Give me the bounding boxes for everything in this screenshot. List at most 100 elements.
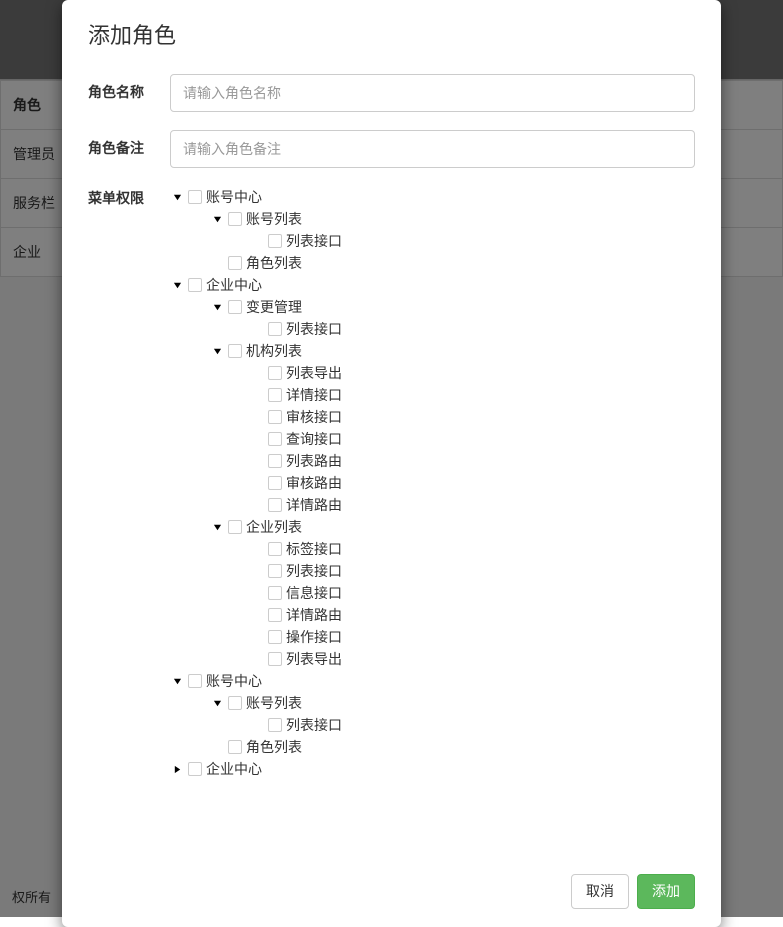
tree-checkbox[interactable] xyxy=(228,256,242,270)
tree-checkbox[interactable] xyxy=(228,212,242,226)
tree-checkbox[interactable] xyxy=(268,586,282,600)
tree-checkbox[interactable] xyxy=(268,542,282,556)
tree-checkbox[interactable] xyxy=(268,388,282,402)
caret-down-icon[interactable] xyxy=(170,278,184,292)
cancel-button[interactable]: 取消 xyxy=(571,874,629,909)
role-name-input[interactable] xyxy=(170,74,695,112)
tree-label: 审核接口 xyxy=(286,406,342,428)
tree-node: 操作接口 xyxy=(250,626,695,648)
tree-node: 企业中心 xyxy=(170,758,695,780)
tree-node: 详情路由 xyxy=(250,494,695,516)
tree-row: 列表路由 xyxy=(250,450,695,472)
tree-checkbox[interactable] xyxy=(268,366,282,380)
caret-down-icon[interactable] xyxy=(170,674,184,688)
tree-row: 企业列表 xyxy=(210,516,695,538)
tree-row: 详情路由 xyxy=(250,604,695,626)
tree-checkbox[interactable] xyxy=(268,652,282,666)
tree-label: 账号列表 xyxy=(246,692,302,714)
tree-node: 列表路由 xyxy=(250,450,695,472)
tree-checkbox[interactable] xyxy=(228,740,242,754)
tree-checkbox[interactable] xyxy=(268,718,282,732)
tree-label: 机构列表 xyxy=(246,340,302,362)
tree-node: 变更管理列表接口 xyxy=(210,296,695,340)
tree-children: 账号列表列表接口角色列表 xyxy=(210,208,695,274)
tree-row: 账号列表 xyxy=(210,692,695,714)
tree-node: 账号中心账号列表列表接口角色列表 xyxy=(170,186,695,274)
tree-checkbox[interactable] xyxy=(268,476,282,490)
tree-label: 列表接口 xyxy=(286,318,342,340)
tree-row: 机构列表 xyxy=(210,340,695,362)
tree-row: 企业中心 xyxy=(170,274,695,296)
tree-node: 机构列表列表导出详情接口审核接口查询接口列表路由审核路由详情路由 xyxy=(210,340,695,516)
tree-children: 标签接口列表接口信息接口详情路由操作接口列表导出 xyxy=(250,538,695,670)
tree-row: 账号中心 xyxy=(170,186,695,208)
tree-checkbox[interactable] xyxy=(228,344,242,358)
tree-label: 审核路由 xyxy=(286,472,342,494)
tree-checkbox[interactable] xyxy=(188,762,202,776)
tree-checkbox[interactable] xyxy=(268,454,282,468)
tree-checkbox[interactable] xyxy=(268,322,282,336)
tree-checkbox[interactable] xyxy=(228,696,242,710)
tree-label: 账号中心 xyxy=(206,186,262,208)
tree-row: 企业中心 xyxy=(170,758,695,780)
tree-checkbox[interactable] xyxy=(268,608,282,622)
tree-label: 信息接口 xyxy=(286,582,342,604)
tree-checkbox[interactable] xyxy=(268,432,282,446)
caret-down-icon[interactable] xyxy=(210,344,224,358)
tree-checkbox[interactable] xyxy=(188,278,202,292)
tree-checkbox[interactable] xyxy=(188,674,202,688)
caret-right-icon[interactable] xyxy=(170,762,184,776)
tree-row: 角色列表 xyxy=(210,736,695,758)
tree-children: 列表接口 xyxy=(250,230,695,252)
tree-row: 信息接口 xyxy=(250,582,695,604)
tree-children: 列表接口 xyxy=(250,318,695,340)
tree-node: 列表接口 xyxy=(250,560,695,582)
tree-row: 列表导出 xyxy=(250,362,695,384)
tree-checkbox[interactable] xyxy=(228,520,242,534)
tree-row: 审核接口 xyxy=(250,406,695,428)
tree-checkbox[interactable] xyxy=(188,190,202,204)
tree-checkbox[interactable] xyxy=(268,410,282,424)
tree-label: 角色列表 xyxy=(246,252,302,274)
role-remark-label: 角色备注 xyxy=(88,130,170,158)
tree-row: 列表接口 xyxy=(250,230,695,252)
tree-label: 列表路由 xyxy=(286,450,342,472)
tree-node: 查询接口 xyxy=(250,428,695,450)
tree-row: 列表导出 xyxy=(250,648,695,670)
tree-row: 账号中心 xyxy=(170,670,695,692)
caret-down-icon[interactable] xyxy=(210,696,224,710)
tree-label: 标签接口 xyxy=(286,538,342,560)
form-row-name: 角色名称 xyxy=(88,74,695,112)
tree-checkbox[interactable] xyxy=(268,564,282,578)
caret-down-icon[interactable] xyxy=(210,300,224,314)
tree-label: 列表接口 xyxy=(286,714,342,736)
tree-label: 角色列表 xyxy=(246,736,302,758)
tree-checkbox[interactable] xyxy=(228,300,242,314)
tree-label: 列表接口 xyxy=(286,230,342,252)
caret-down-icon[interactable] xyxy=(210,520,224,534)
tree-label: 查询接口 xyxy=(286,428,342,450)
tree-node: 账号中心账号列表列表接口角色列表 xyxy=(170,670,695,758)
tree-children: 列表导出详情接口审核接口查询接口列表路由审核路由详情路由 xyxy=(250,362,695,516)
tree-label: 列表导出 xyxy=(286,362,342,384)
role-remark-input[interactable] xyxy=(170,130,695,168)
caret-down-icon[interactable] xyxy=(170,190,184,204)
tree-label: 变更管理 xyxy=(246,296,302,318)
tree-label: 详情接口 xyxy=(286,384,342,406)
tree-node: 信息接口 xyxy=(250,582,695,604)
tree-node: 角色列表 xyxy=(210,252,695,274)
tree-node: 企业中心变更管理列表接口机构列表列表导出详情接口审核接口查询接口列表路由审核路由… xyxy=(170,274,695,670)
submit-button[interactable]: 添加 xyxy=(637,874,695,909)
tree-checkbox[interactable] xyxy=(268,630,282,644)
tree-label: 列表导出 xyxy=(286,648,342,670)
tree-checkbox[interactable] xyxy=(268,234,282,248)
tree-row: 详情路由 xyxy=(250,494,695,516)
modal-title: 添加角色 xyxy=(88,18,695,50)
tree-node: 标签接口 xyxy=(250,538,695,560)
caret-down-icon[interactable] xyxy=(210,212,224,226)
add-role-modal: 添加角色 角色名称 角色备注 菜单权限 账号中心账号列表列表接口角色列表企业中心… xyxy=(62,0,721,927)
form-row-perm: 菜单权限 账号中心账号列表列表接口角色列表企业中心变更管理列表接口机构列表列表导… xyxy=(88,186,695,780)
tree-checkbox[interactable] xyxy=(268,498,282,512)
tree-label: 操作接口 xyxy=(286,626,342,648)
form-row-remark: 角色备注 xyxy=(88,130,695,168)
